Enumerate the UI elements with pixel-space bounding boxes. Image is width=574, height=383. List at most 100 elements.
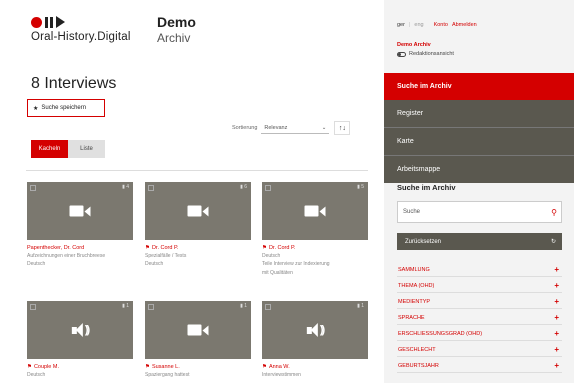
facet-label: ERSCHLIESSUNGSGRAD (OHD) [398,330,483,337]
facet-collection[interactable]: SAMMLUNG + [397,263,562,277]
interview-thumbnail[interactable]: ▮ 4 [27,182,133,240]
select-checkbox[interactable] [148,304,154,310]
audio-speaker-icon: )) [71,323,90,337]
plus-icon: + [554,281,559,290]
interview-card[interactable]: ▮ 5 ⚑ Dr. Cord P. Deutsch Teile Interview… [262,182,368,276]
interview-card[interactable]: ▮ 1 )) ⚑ Couple M. Deutsch [27,301,133,378]
audio-speaker-icon: )) [306,323,325,337]
bookmark-icon: ⚑ [27,364,32,370]
facet-language[interactable]: SPRACHE + [397,311,562,325]
interview-thumbnail[interactable]: ▮ 1 [145,301,251,359]
card-language: Deutsch [145,261,164,268]
list-view-button[interactable]: Liste [68,140,105,158]
divider [26,170,368,171]
pause-icon [45,16,53,28]
facet-label: MEDIENTYP [398,298,431,305]
archive-subtitle: Archiv [157,31,191,45]
interview-thumbnail[interactable]: ▮ 1 )) [27,301,133,359]
interview-thumbnail[interactable]: ▮ 1 )) [262,301,368,359]
nav-item-search[interactable]: Suche im Archiv [384,73,574,100]
reset-button[interactable]: Zurücksetzen ↻ [397,233,562,250]
lang-eng[interactable]: eng [414,22,423,28]
search-icon[interactable]: ⚲ [551,208,557,217]
sort-label: Sortierung [232,125,258,131]
media-count: ▮ 6 [240,184,247,190]
card-title: Susanne L. [151,364,180,370]
view-toggle: Kacheln Liste [31,140,105,158]
facet-label: GEBURTSJAHR [398,362,439,369]
bookmark-icon: ⚑ [262,364,267,370]
search-heading: Suche im Archiv [397,183,456,192]
sort-control: Sortierung Relevanz ⌄ ↑↓ [232,121,351,135]
video-camera-icon [187,205,209,217]
card-title: Dr. Cord P. [268,245,296,251]
interview-card[interactable]: ▮ 1 ⚑ Susanne L. Spaziergang hattest [145,301,251,378]
search-input[interactable]: Suche ⚲ [397,201,562,223]
lang-separator: | [408,22,411,28]
logout-link[interactable]: Abmelden [452,22,477,28]
sort-value: Relevanz [264,124,288,131]
card-title: Couple M. [33,364,60,370]
record-icon [31,16,42,28]
select-checkbox[interactable] [30,304,36,310]
facet-birth-year[interactable]: GEBURTSJAHR + [397,359,562,373]
video-camera-icon [187,324,209,336]
facet-topic[interactable]: THEMA (OHD) + [397,279,562,293]
plus-icon: + [554,313,559,322]
plus-icon: + [554,297,559,306]
account-link[interactable]: Konto [434,22,448,28]
reset-label: Zurücksetzen [405,238,442,245]
media-count: ▮ 1 [122,303,129,309]
interview-title-link[interactable]: ⚑ Dr. Cord P. [145,245,251,251]
facet-gender[interactable]: GESCHLECHT + [397,343,562,357]
interview-title-link[interactable]: ⚑ Anna W. [262,364,368,370]
logo[interactable]: Oral-History.Digital [31,16,131,43]
logo-text: Oral-History.Digital [31,31,131,43]
card-collection: Interviewstimmen [262,372,301,378]
select-checkbox[interactable] [148,185,154,191]
media-count: ▮ 1 [240,303,247,309]
edit-view-toggle[interactable]: Redaktionsansicht [397,51,454,57]
card-collection: Spezialfälle / Tests [145,253,187,259]
card-title: Anna W. [268,364,290,370]
interview-card[interactable]: ▮ 6 ⚑ Dr. Cord P. Spezialfälle / Tests De… [145,182,251,268]
interview-title-link[interactable]: ⚑ Susanne L. [145,364,251,370]
play-icon [56,16,65,28]
facet-indexing-level[interactable]: ERSCHLIESSUNGSGRAD (OHD) + [397,327,562,341]
select-checkbox[interactable] [30,185,36,191]
interview-title-link[interactable]: ⚑ Dr. Cord P. [262,245,368,251]
card-language: Deutsch [27,372,46,378]
interview-thumbnail[interactable]: ▮ 6 [145,182,251,240]
interview-thumbnail[interactable]: ▮ 5 [262,182,368,240]
card-collection: Teile Interview zur Indexierung [262,261,330,268]
save-search-label: Suche speichern [41,105,87,111]
card-collection-cont: mit Qualitäten [262,269,293,276]
bookmark-icon: ⚑ [145,245,150,251]
interview-card[interactable]: ▮ 1 )) ⚑ Anna W. Interviewstimmen [262,301,368,378]
select-checkbox[interactable] [265,185,271,191]
nav-item-register[interactable]: Register [384,100,574,127]
nav-item-map[interactable]: Karte [384,128,574,155]
sort-direction-button[interactable]: ↑↓ [334,121,351,135]
sort-select[interactable]: Relevanz ⌄ [261,123,330,134]
interview-card[interactable]: ▮ 4 Papenthecker, Dr. Cord Aufzeichnunge… [27,182,133,268]
edit-view-label: Redaktionsansicht [409,51,454,57]
media-count: ▮ 5 [357,184,364,190]
save-search-button[interactable]: ★ Suche speichern [27,99,105,117]
facet-label: SPRACHE [398,314,425,321]
toggle-icon [397,51,406,57]
top-links: ger | eng Konto Abmelden [397,22,477,28]
nav-item-workbook[interactable]: Arbeitsmappe [384,156,574,183]
sidebar-archive-name[interactable]: Demo Archiv [397,42,431,48]
lang-ger[interactable]: ger [397,22,405,28]
interview-title-link[interactable]: Papenthecker, Dr. Cord [27,245,133,251]
tiles-view-button[interactable]: Kacheln [31,140,68,158]
facet-media-type[interactable]: MEDIENTYP + [397,295,562,309]
interview-title-link[interactable]: ⚑ Couple M. [27,364,133,370]
card-title: Papenthecker, Dr. Cord [27,245,85,251]
select-checkbox[interactable] [265,304,271,310]
card-title: Dr. Cord P. [151,245,179,251]
card-language: Deutsch [27,261,46,268]
facet-label: THEMA (OHD) [398,282,435,289]
plus-icon: + [554,361,559,370]
